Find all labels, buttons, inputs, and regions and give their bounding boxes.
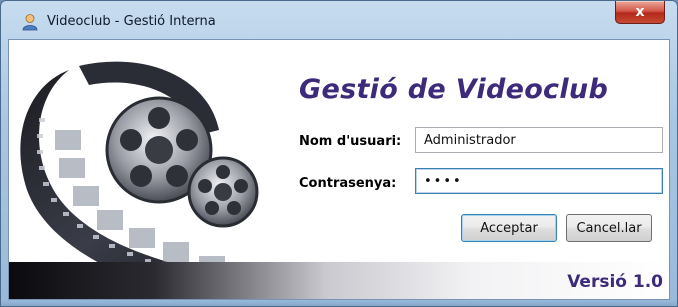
film-reel-icon bbox=[20, 61, 299, 299]
login-window: Videoclub - Gestió Interna x Gestió de V… bbox=[0, 0, 678, 307]
cancel-button[interactable]: Cancel.lar bbox=[566, 214, 652, 242]
password-label: Contrasenya: bbox=[299, 176, 397, 191]
client-area: Gestió de Videoclub Nom d'usuari: Contra… bbox=[8, 39, 670, 300]
user-icon bbox=[22, 14, 38, 31]
username-field[interactable] bbox=[415, 127, 663, 153]
password-field[interactable] bbox=[415, 168, 663, 194]
accept-button[interactable]: Acceptar bbox=[461, 214, 557, 242]
window-bottom-frame bbox=[1, 300, 677, 306]
window-title: Videoclub - Gestió Interna bbox=[47, 14, 216, 29]
close-button[interactable]: x bbox=[615, 1, 665, 24]
version-label: Versió 1.0 bbox=[567, 272, 663, 292]
username-label: Nom d'usuari: bbox=[299, 134, 402, 149]
app-heading: Gestió de Videoclub bbox=[299, 74, 609, 105]
title-bar[interactable]: Videoclub - Gestió Interna x bbox=[1, 1, 677, 39]
